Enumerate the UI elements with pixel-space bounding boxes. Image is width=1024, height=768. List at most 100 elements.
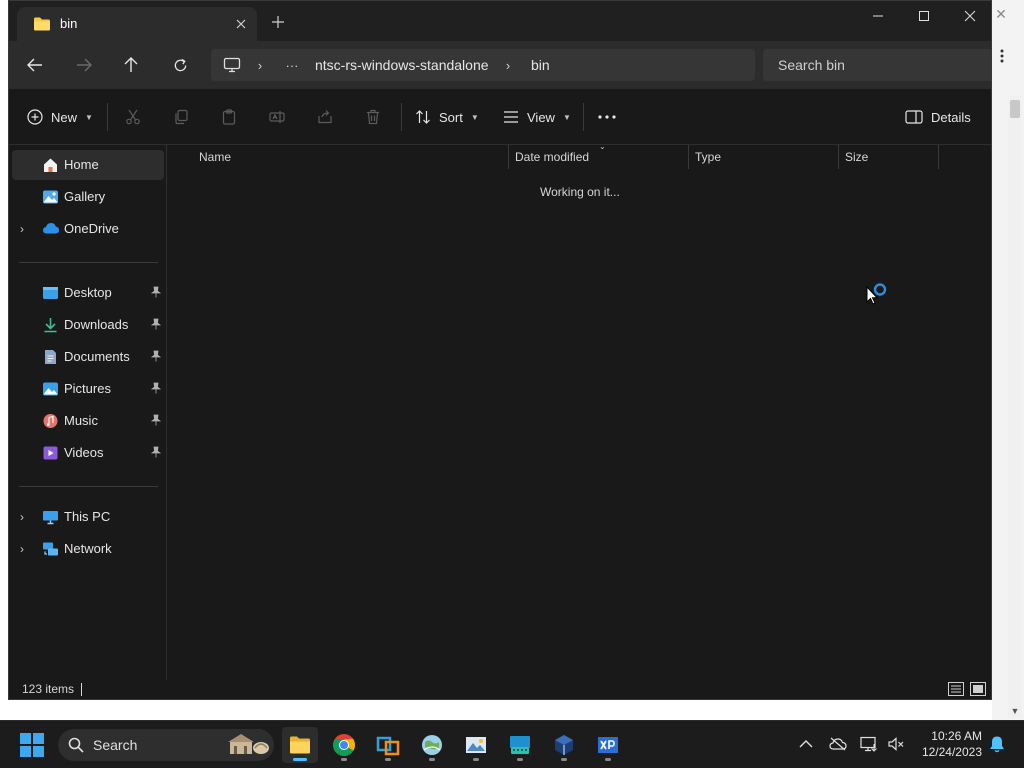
show-hidden-icons-icon[interactable] [798, 735, 814, 753]
taskbar-search-label: Search [93, 737, 138, 753]
sidebar-item-network[interactable]: › Network [12, 534, 164, 564]
sidebar-item-onedrive[interactable]: › OneDrive [12, 214, 164, 244]
copy-icon[interactable] [169, 105, 193, 129]
taskbar-chrome[interactable] [326, 727, 362, 763]
command-bar: New ▼ Sort ▼ View ▼ Details [9, 89, 991, 145]
folder-icon [33, 16, 51, 32]
sidebar-item-this-pc[interactable]: › This PC [12, 502, 164, 532]
chevron-right-icon[interactable]: › [20, 542, 32, 556]
column-separator[interactable] [938, 145, 939, 169]
view-button[interactable]: View ▼ [503, 105, 571, 129]
sidebar-item-label: This PC [64, 509, 111, 524]
computer-icon[interactable] [221, 55, 243, 75]
rename-icon[interactable] [265, 105, 289, 129]
minimize-icon[interactable] [855, 1, 901, 31]
chevron-down-icon: ▼ [562, 112, 571, 122]
cut-icon[interactable] [121, 105, 145, 129]
column-header-type[interactable]: Type [695, 145, 845, 169]
back-arrow-icon[interactable] [21, 53, 49, 77]
network-display-icon[interactable] [860, 735, 878, 753]
background-scrollbar-thumb[interactable] [1010, 100, 1020, 118]
globe-app-icon [420, 733, 444, 757]
breadcrumb-ntsc-rs-windows-standalone[interactable]: ntsc-rs-windows-standalone [315, 57, 489, 73]
scroll-down-icon[interactable]: ▼ [1008, 704, 1022, 718]
column-header-size[interactable]: Size [845, 145, 945, 169]
background-menu-icon[interactable] [994, 46, 1010, 66]
close-tab-icon[interactable] [231, 14, 251, 34]
running-indicator [385, 758, 391, 761]
taskbar-file-explorer[interactable] [282, 727, 318, 763]
up-arrow-icon[interactable] [117, 53, 145, 77]
path-overflow-icon[interactable]: ··· [279, 55, 305, 75]
sidebar-item-desktop[interactable]: Desktop [12, 278, 164, 308]
breadcrumb-bin[interactable]: bin [531, 57, 550, 73]
pin-icon[interactable] [151, 414, 163, 428]
share-icon[interactable] [313, 105, 337, 129]
forward-arrow-icon[interactable] [70, 53, 98, 77]
search-input[interactable]: Search bin [763, 49, 991, 81]
large-icons-view-icon[interactable] [969, 681, 987, 697]
title-bar[interactable]: bin [9, 1, 991, 41]
details-view-icon[interactable] [947, 681, 965, 697]
sidebar-item-music[interactable]: Music [12, 406, 164, 436]
taskbar-keyboard-app[interactable] [502, 727, 538, 763]
address-bar[interactable]: › ··· ntsc-rs-windows-standalone › bin [211, 49, 755, 81]
navigation-bar: › ··· ntsc-rs-windows-standalone › bin S… [9, 41, 991, 89]
home-icon [42, 157, 59, 173]
volume-muted-icon[interactable] [887, 735, 905, 753]
sort-button[interactable]: Sort ▼ [415, 105, 479, 129]
chevron-down-icon: ▼ [470, 112, 479, 122]
pin-icon[interactable] [151, 446, 163, 460]
tab-bin[interactable]: bin [17, 7, 257, 41]
clock-date[interactable]: 12/24/2023 [912, 745, 982, 759]
pin-icon[interactable] [151, 286, 163, 300]
column-header-name[interactable]: Name [199, 145, 509, 169]
taskbar-virtualbox[interactable] [546, 727, 582, 763]
clock-time[interactable]: 10:26 AM [916, 729, 982, 743]
pin-icon[interactable] [151, 318, 163, 332]
taskbar-xp-app[interactable] [590, 727, 626, 763]
sort-icon [415, 109, 431, 125]
maximize-icon[interactable] [901, 1, 947, 31]
pin-icon[interactable] [151, 350, 163, 364]
column-separator[interactable] [688, 145, 689, 169]
breadcrumb-chevron-icon[interactable]: › [253, 55, 267, 75]
running-indicator [473, 758, 479, 761]
windows-start-icon[interactable] [20, 733, 44, 757]
pin-icon[interactable] [151, 382, 163, 396]
file-list[interactable]: Name ⌄ Date modified Type Size Working o… [167, 142, 991, 680]
new-button[interactable]: New ▼ [27, 105, 93, 129]
sidebar-item-home[interactable]: Home [12, 150, 164, 180]
gallery-icon [42, 189, 59, 205]
chevron-right-icon[interactable]: › [20, 510, 32, 524]
background-close-icon[interactable]: ✕ [992, 0, 1010, 28]
sidebar-item-downloads[interactable]: Downloads [12, 310, 164, 340]
new-tab-icon[interactable] [269, 13, 287, 31]
more-options-icon[interactable] [595, 105, 619, 129]
notification-bell-icon[interactable] [988, 735, 1006, 753]
taskbar-search-box[interactable]: Search [58, 729, 274, 761]
details-pane-button[interactable]: Details [905, 105, 971, 129]
cloud-offline-icon[interactable] [829, 735, 847, 753]
column-separator[interactable] [838, 145, 839, 169]
desktop-icon [42, 285, 59, 301]
taskbar-globe-app[interactable] [414, 727, 450, 763]
sidebar-item-videos[interactable]: Videos [12, 438, 164, 468]
background-scrollbar[interactable] [1008, 96, 1022, 718]
sidebar-item-gallery[interactable]: Gallery [12, 182, 164, 212]
delete-icon[interactable] [361, 105, 385, 129]
sidebar-item-documents[interactable]: Documents [12, 342, 164, 372]
taskbar-virtualization-app[interactable] [370, 727, 406, 763]
breadcrumb-chevron-icon[interactable]: › [501, 55, 515, 75]
column-separator[interactable] [508, 145, 509, 169]
navigation-pane: Home Gallery › OneDrive Desktop Download… [9, 145, 167, 680]
taskbar-image-app[interactable] [458, 727, 494, 763]
paste-icon[interactable] [217, 105, 241, 129]
sidebar-item-pictures[interactable]: Pictures [12, 374, 164, 404]
sidebar-divider [19, 486, 158, 487]
sidebar-item-label: OneDrive [64, 221, 119, 236]
refresh-icon[interactable] [166, 53, 194, 77]
chevron-right-icon[interactable]: › [20, 222, 32, 236]
column-header-date-modified[interactable]: Date modified [515, 145, 695, 169]
close-icon[interactable] [947, 1, 991, 31]
